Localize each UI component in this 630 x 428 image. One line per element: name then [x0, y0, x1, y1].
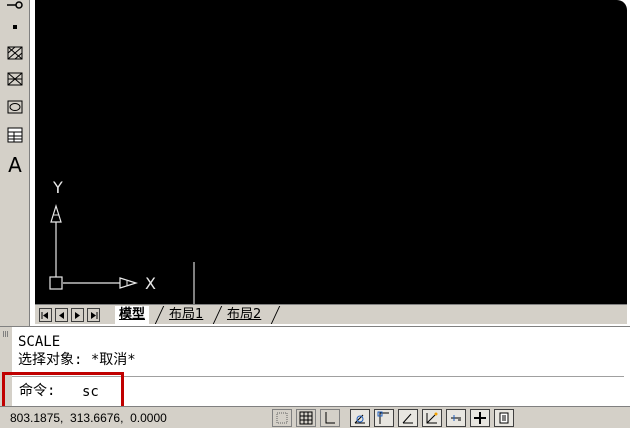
otrack-icon [402, 413, 413, 424]
lineweight-button[interactable] [470, 409, 490, 427]
polar-icon [354, 414, 365, 424]
next-tab-button[interactable] [71, 308, 84, 322]
gradient-icon[interactable] [4, 68, 26, 90]
osnap-icon [377, 411, 389, 424]
quick-properties-icon [499, 412, 509, 424]
grid-button[interactable] [296, 409, 316, 427]
layout-tabs-bar: 模型 布局1 布局2 [35, 304, 627, 324]
last-icon [91, 311, 98, 319]
key-icon[interactable] [4, 0, 26, 16]
lineweight-icon [474, 412, 486, 424]
command-prompt-label: 命令: [19, 383, 64, 399]
ortho-button[interactable] [320, 409, 340, 427]
polar-button[interactable] [350, 409, 370, 427]
drawing-canvas[interactable]: Y X [35, 0, 627, 304]
first-icon [41, 311, 48, 319]
point-icon[interactable] [4, 16, 26, 38]
previous-icon [59, 311, 64, 319]
cursor-coordinates: 803.1875, 313.6676, 0.0000 [10, 411, 167, 425]
multiline-text-icon: A [8, 153, 22, 177]
osnap-button[interactable] [374, 409, 394, 427]
tab-layout1[interactable]: 布局1 [165, 306, 207, 324]
command-input[interactable] [82, 383, 382, 401]
ucs-x-label: X [145, 274, 156, 293]
ucs-y-label: Y [53, 178, 63, 197]
snap-icon [276, 412, 288, 424]
command-history-line: 选择对象: *取消* [18, 352, 136, 368]
status-bar: 803.1875, 313.6676, 0.0000 [0, 406, 630, 428]
multiline-text-button[interactable]: A [4, 154, 26, 176]
snap-button[interactable] [272, 409, 292, 427]
first-tab-button[interactable] [39, 308, 52, 322]
dyn-icon [451, 415, 461, 421]
hatch-icon[interactable] [4, 42, 26, 64]
ucs-icon [49, 203, 195, 304]
ortho-icon [325, 412, 335, 424]
tab-layout2[interactable]: 布局2 [223, 306, 265, 324]
next-icon [75, 311, 80, 319]
last-tab-button[interactable] [87, 308, 100, 322]
autocad-window: A Y X 模型 布局1 布局2 SCALE 选择对象: *取消* 命令: sc… [0, 0, 630, 428]
region-icon[interactable] [4, 96, 26, 118]
previous-tab-button[interactable] [55, 308, 68, 322]
otrack-button[interactable] [398, 409, 418, 427]
tab-model[interactable]: 模型 [115, 306, 150, 324]
table-icon[interactable] [4, 124, 26, 146]
draw-toolbar: A [0, 0, 30, 330]
ducs-button[interactable] [422, 409, 442, 427]
dyn-button[interactable] [446, 409, 466, 427]
ducs-icon [426, 412, 438, 424]
command-history-line: SCALE [18, 334, 61, 350]
command-window-grip[interactable] [0, 327, 12, 407]
command-input-row: 命令: [12, 376, 624, 402]
grid-icon [299, 411, 313, 425]
quick-properties-button[interactable] [494, 409, 514, 427]
command-window: SCALE 选择对象: *取消* 命令: [0, 326, 630, 407]
